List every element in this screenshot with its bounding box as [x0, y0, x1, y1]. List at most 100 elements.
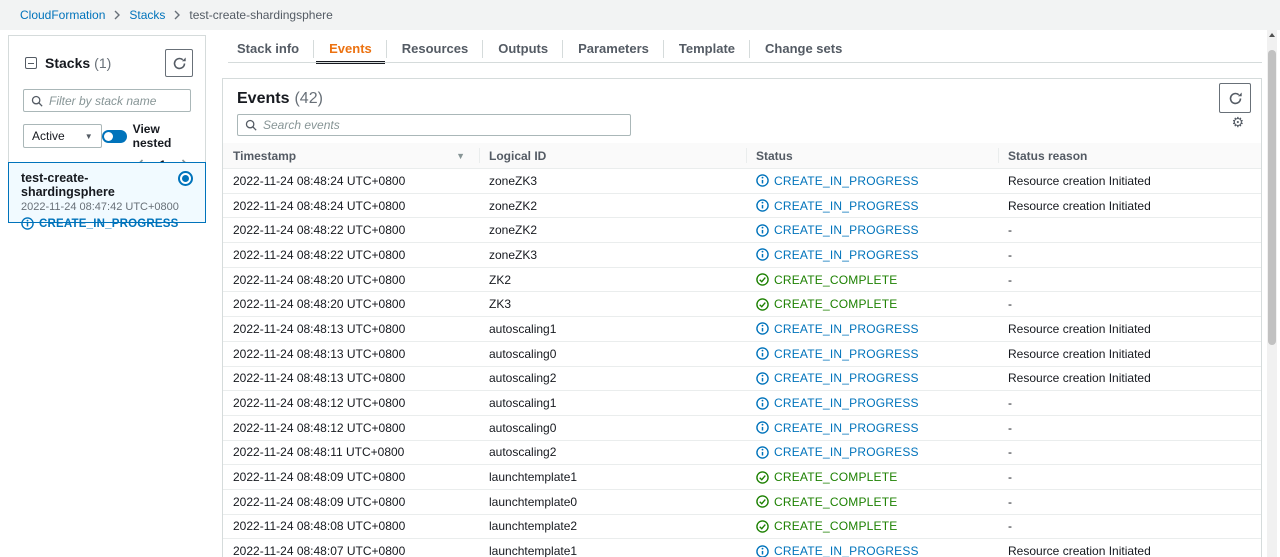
cell-logical-id: ZK3: [479, 297, 746, 311]
tab-events[interactable]: Events: [314, 36, 387, 62]
stack-detail-tabs: Stack infoEventsResourcesOutputsParamete…: [222, 36, 857, 62]
tab-change-sets[interactable]: Change sets: [750, 36, 857, 62]
stack-status-filter-select[interactable]: Active ▼: [23, 124, 102, 148]
breadcrumb-current-stack: test-create-shardingsphere: [189, 8, 332, 22]
events-title: Events: [237, 90, 289, 108]
breadcrumb-stacks[interactable]: Stacks: [129, 8, 165, 22]
stack-created-timestamp: 2022-11-24 08:47:42 UTC+0800: [21, 201, 193, 213]
cell-status: CREATE_IN_PROGRESS: [746, 371, 998, 385]
cell-status: CREATE_IN_PROGRESS: [746, 396, 998, 410]
cell-timestamp: 2022-11-24 08:48:07 UTC+0800: [223, 544, 479, 557]
vertical-scrollbar[interactable]: [1267, 30, 1277, 557]
breadcrumb-cloudformation[interactable]: CloudFormation: [20, 8, 105, 22]
cell-status: CREATE_IN_PROGRESS: [746, 445, 998, 459]
info-icon: [756, 322, 769, 335]
check-circle-icon: [756, 495, 769, 508]
tab-template[interactable]: Template: [664, 36, 750, 62]
status-text: CREATE_IN_PROGRESS: [774, 421, 919, 435]
cell-status-reason: Resource creation Initiated: [998, 347, 1261, 361]
gear-icon[interactable]: ⚙: [1231, 116, 1244, 130]
status-text: CREATE_IN_PROGRESS: [774, 347, 919, 361]
events-refresh-button[interactable]: [1219, 83, 1251, 113]
table-row: 2022-11-24 08:48:07 UTC+0800launchtempla…: [223, 539, 1261, 557]
stacks-count: (1): [94, 55, 111, 71]
cell-status-reason: -: [998, 223, 1261, 237]
check-circle-icon: [756, 273, 769, 286]
table-row: 2022-11-24 08:48:20 UTC+0800ZK3CREATE_CO…: [223, 292, 1261, 317]
tab-outputs[interactable]: Outputs: [483, 36, 563, 62]
table-row: 2022-11-24 08:48:13 UTC+0800autoscaling2…: [223, 367, 1261, 392]
cell-status: CREATE_IN_PROGRESS: [746, 421, 998, 435]
view-nested-toggle[interactable]: [102, 130, 127, 143]
table-row: 2022-11-24 08:48:12 UTC+0800autoscaling1…: [223, 391, 1261, 416]
stack-radio-selected[interactable]: [178, 171, 193, 186]
cell-status: CREATE_IN_PROGRESS: [746, 174, 998, 188]
cell-timestamp: 2022-11-24 08:48:11 UTC+0800: [223, 445, 479, 459]
table-row: 2022-11-24 08:48:12 UTC+0800autoscaling0…: [223, 416, 1261, 441]
cell-status-reason: Resource creation Initiated: [998, 199, 1261, 213]
events-count: (42): [294, 90, 322, 108]
cell-timestamp: 2022-11-24 08:48:12 UTC+0800: [223, 396, 479, 410]
cell-status-reason: -: [998, 396, 1261, 410]
cell-status: CREATE_COMPLETE: [746, 297, 998, 311]
table-row: 2022-11-24 08:48:24 UTC+0800zoneZK3CREAT…: [223, 169, 1261, 194]
table-row: 2022-11-24 08:48:08 UTC+0800launchtempla…: [223, 515, 1261, 540]
stack-filter-input[interactable]: [49, 94, 204, 108]
info-icon: [756, 199, 769, 212]
collapse-panel-icon[interactable]: [25, 57, 37, 69]
chevron-right-icon: [114, 10, 120, 20]
column-header-timestamp[interactable]: Timestamp ▼: [223, 143, 479, 168]
search-icon: [245, 119, 257, 131]
status-text: CREATE_COMPLETE: [774, 495, 897, 509]
stack-status: CREATE_IN_PROGRESS: [39, 218, 179, 230]
info-icon: [756, 174, 769, 187]
cell-timestamp: 2022-11-24 08:48:13 UTC+0800: [223, 371, 479, 385]
table-row: 2022-11-24 08:48:13 UTC+0800autoscaling0…: [223, 342, 1261, 367]
cell-timestamp: 2022-11-24 08:48:24 UTC+0800: [223, 199, 479, 213]
table-row: 2022-11-24 08:48:09 UTC+0800launchtempla…: [223, 465, 1261, 490]
tabs-divider: [228, 62, 1262, 63]
stacks-refresh-button[interactable]: [165, 49, 193, 77]
table-row: 2022-11-24 08:48:22 UTC+0800zoneZK2CREAT…: [223, 218, 1261, 243]
cell-timestamp: 2022-11-24 08:48:09 UTC+0800: [223, 495, 479, 509]
cell-status-reason: -: [998, 519, 1261, 533]
info-icon: [21, 217, 34, 230]
events-search-input[interactable]: [263, 118, 623, 132]
stacks-panel-header: Stacks (1): [9, 36, 205, 85]
tab-parameters[interactable]: Parameters: [563, 36, 664, 62]
cell-status-reason: -: [998, 470, 1261, 484]
tab-resources[interactable]: Resources: [387, 36, 483, 62]
info-icon: [756, 545, 769, 557]
cell-status: CREATE_IN_PROGRESS: [746, 347, 998, 361]
table-row: 2022-11-24 08:48:09 UTC+0800launchtempla…: [223, 490, 1261, 515]
cell-timestamp: 2022-11-24 08:48:12 UTC+0800: [223, 421, 479, 435]
cell-status: CREATE_IN_PROGRESS: [746, 199, 998, 213]
cell-status: CREATE_IN_PROGRESS: [746, 544, 998, 557]
check-circle-icon: [756, 520, 769, 533]
cell-logical-id: launchtemplate0: [479, 495, 746, 509]
status-text: CREATE_IN_PROGRESS: [774, 199, 919, 213]
events-panel: Events (42) ⚙ Timestamp ▼ Logical ID Sta…: [222, 78, 1262, 557]
stacks-panel-title: Stacks: [45, 55, 90, 71]
cell-status-reason: Resource creation Initiated: [998, 371, 1261, 385]
status-text: CREATE_IN_PROGRESS: [774, 544, 919, 557]
status-text: CREATE_IN_PROGRESS: [774, 445, 919, 459]
status-text: CREATE_COMPLETE: [774, 297, 897, 311]
scrollbar-thumb[interactable]: [1268, 50, 1276, 345]
info-icon: [756, 446, 769, 459]
cell-logical-id: autoscaling0: [479, 421, 746, 435]
status-text: CREATE_IN_PROGRESS: [774, 371, 919, 385]
refresh-icon: [172, 56, 187, 71]
chevron-right-icon: [174, 10, 180, 20]
column-header-status-reason: Status reason: [998, 143, 1261, 168]
status-text: CREATE_IN_PROGRESS: [774, 223, 919, 237]
view-nested-label: View nested: [133, 122, 191, 150]
tab-stack-info[interactable]: Stack info: [222, 36, 314, 62]
cell-logical-id: autoscaling1: [479, 396, 746, 410]
stack-card[interactable]: test-create-shardingsphere 2022-11-24 08…: [8, 162, 206, 223]
scrollbar-up-arrow-icon[interactable]: [1269, 33, 1275, 37]
cell-logical-id: launchtemplate2: [479, 519, 746, 533]
cell-status-reason: Resource creation Initiated: [998, 544, 1261, 557]
stack-filter-field: [23, 89, 191, 112]
events-table-header: Timestamp ▼ Logical ID Status Status rea…: [223, 143, 1261, 169]
